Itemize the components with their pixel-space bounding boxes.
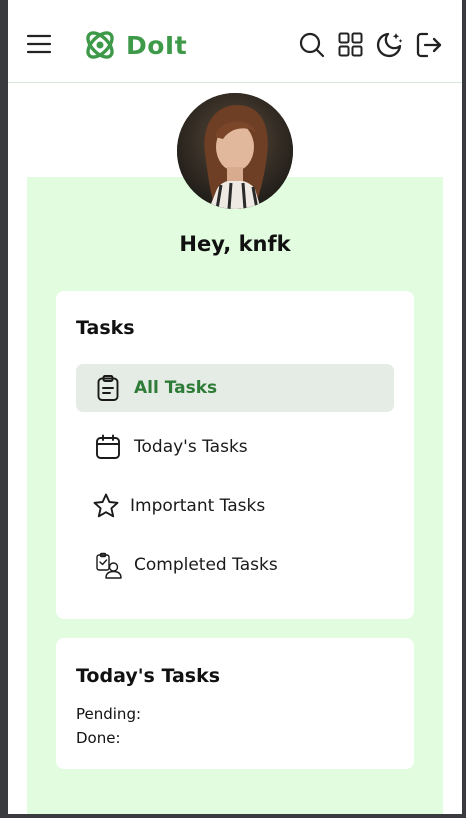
nav-label-todays-tasks: Today's Tasks — [134, 437, 248, 457]
nav-label-important-tasks: Important Tasks — [130, 496, 266, 516]
nav-item-all-tasks[interactable]: All Tasks — [76, 364, 394, 412]
calendar-icon — [94, 433, 122, 461]
completed-icon — [94, 551, 122, 579]
nav-item-important-tasks[interactable]: Important Tasks — [76, 482, 394, 530]
done-count: Done: — [76, 729, 121, 747]
grid-icon[interactable] — [338, 32, 363, 57]
app-frame: DoIt Hey, knfk Tasks All Tasks Today's T… — [8, 0, 462, 814]
tasks-nav-card: Tasks All Tasks Today's Tasks Important … — [56, 291, 414, 619]
greeting: Hey, knfk — [179, 232, 291, 256]
search-icon[interactable] — [299, 32, 325, 58]
brand-name: DoIt — [126, 30, 188, 60]
todays-summary-title: Today's Tasks — [76, 665, 221, 687]
logout-icon[interactable] — [415, 31, 443, 59]
nav-item-completed-tasks[interactable]: Completed Tasks — [76, 541, 394, 589]
nav-label-completed-tasks: Completed Tasks — [134, 555, 278, 575]
todays-summary-card: Today's Tasks Pending: Done: — [56, 638, 414, 769]
nav-label-all-tasks: All Tasks — [134, 378, 218, 398]
top-header: DoIt — [8, 0, 462, 83]
avatar[interactable] — [177, 93, 293, 209]
clipboard-icon — [94, 374, 122, 402]
dark-mode-icon[interactable] — [375, 30, 404, 59]
menu-icon[interactable] — [26, 33, 52, 55]
brand[interactable]: DoIt — [82, 28, 187, 62]
tasks-nav-title: Tasks — [76, 317, 135, 339]
nav-item-todays-tasks[interactable]: Today's Tasks — [76, 423, 394, 471]
star-icon — [92, 492, 120, 520]
pending-count: Pending: — [76, 705, 142, 723]
logo-icon — [82, 27, 118, 63]
